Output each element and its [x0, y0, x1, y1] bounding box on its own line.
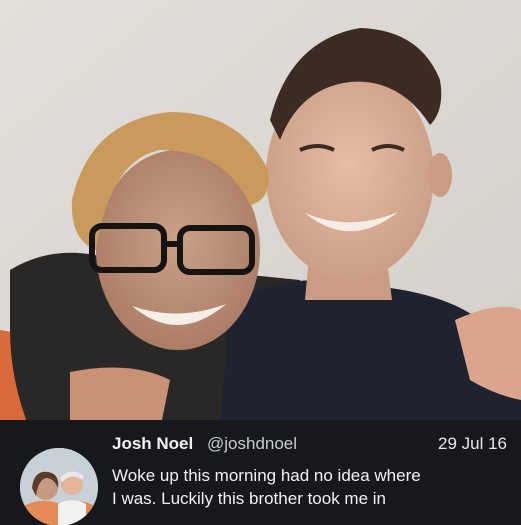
- avatar-image: [20, 448, 98, 525]
- author-name[interactable]: Josh Noel: [112, 434, 193, 454]
- author-handle[interactable]: @joshdnoel: [207, 434, 297, 454]
- tweet-date[interactable]: 29 Jul 16: [438, 434, 507, 454]
- tweet-text-line-2: I was. Luckily this brother took me in: [112, 489, 387, 508]
- selfie-photo: [0, 0, 521, 430]
- tweet-text-line-1: Woke up this morning had no idea where: [112, 466, 421, 485]
- tweet-header: Josh Noel @joshdnoel 29 Jul 16: [112, 430, 507, 456]
- screenshot-frame: Josh Noel @joshdnoel 29 Jul 16 Woke up t…: [0, 0, 521, 525]
- profile-avatar-icon[interactable]: [20, 448, 98, 525]
